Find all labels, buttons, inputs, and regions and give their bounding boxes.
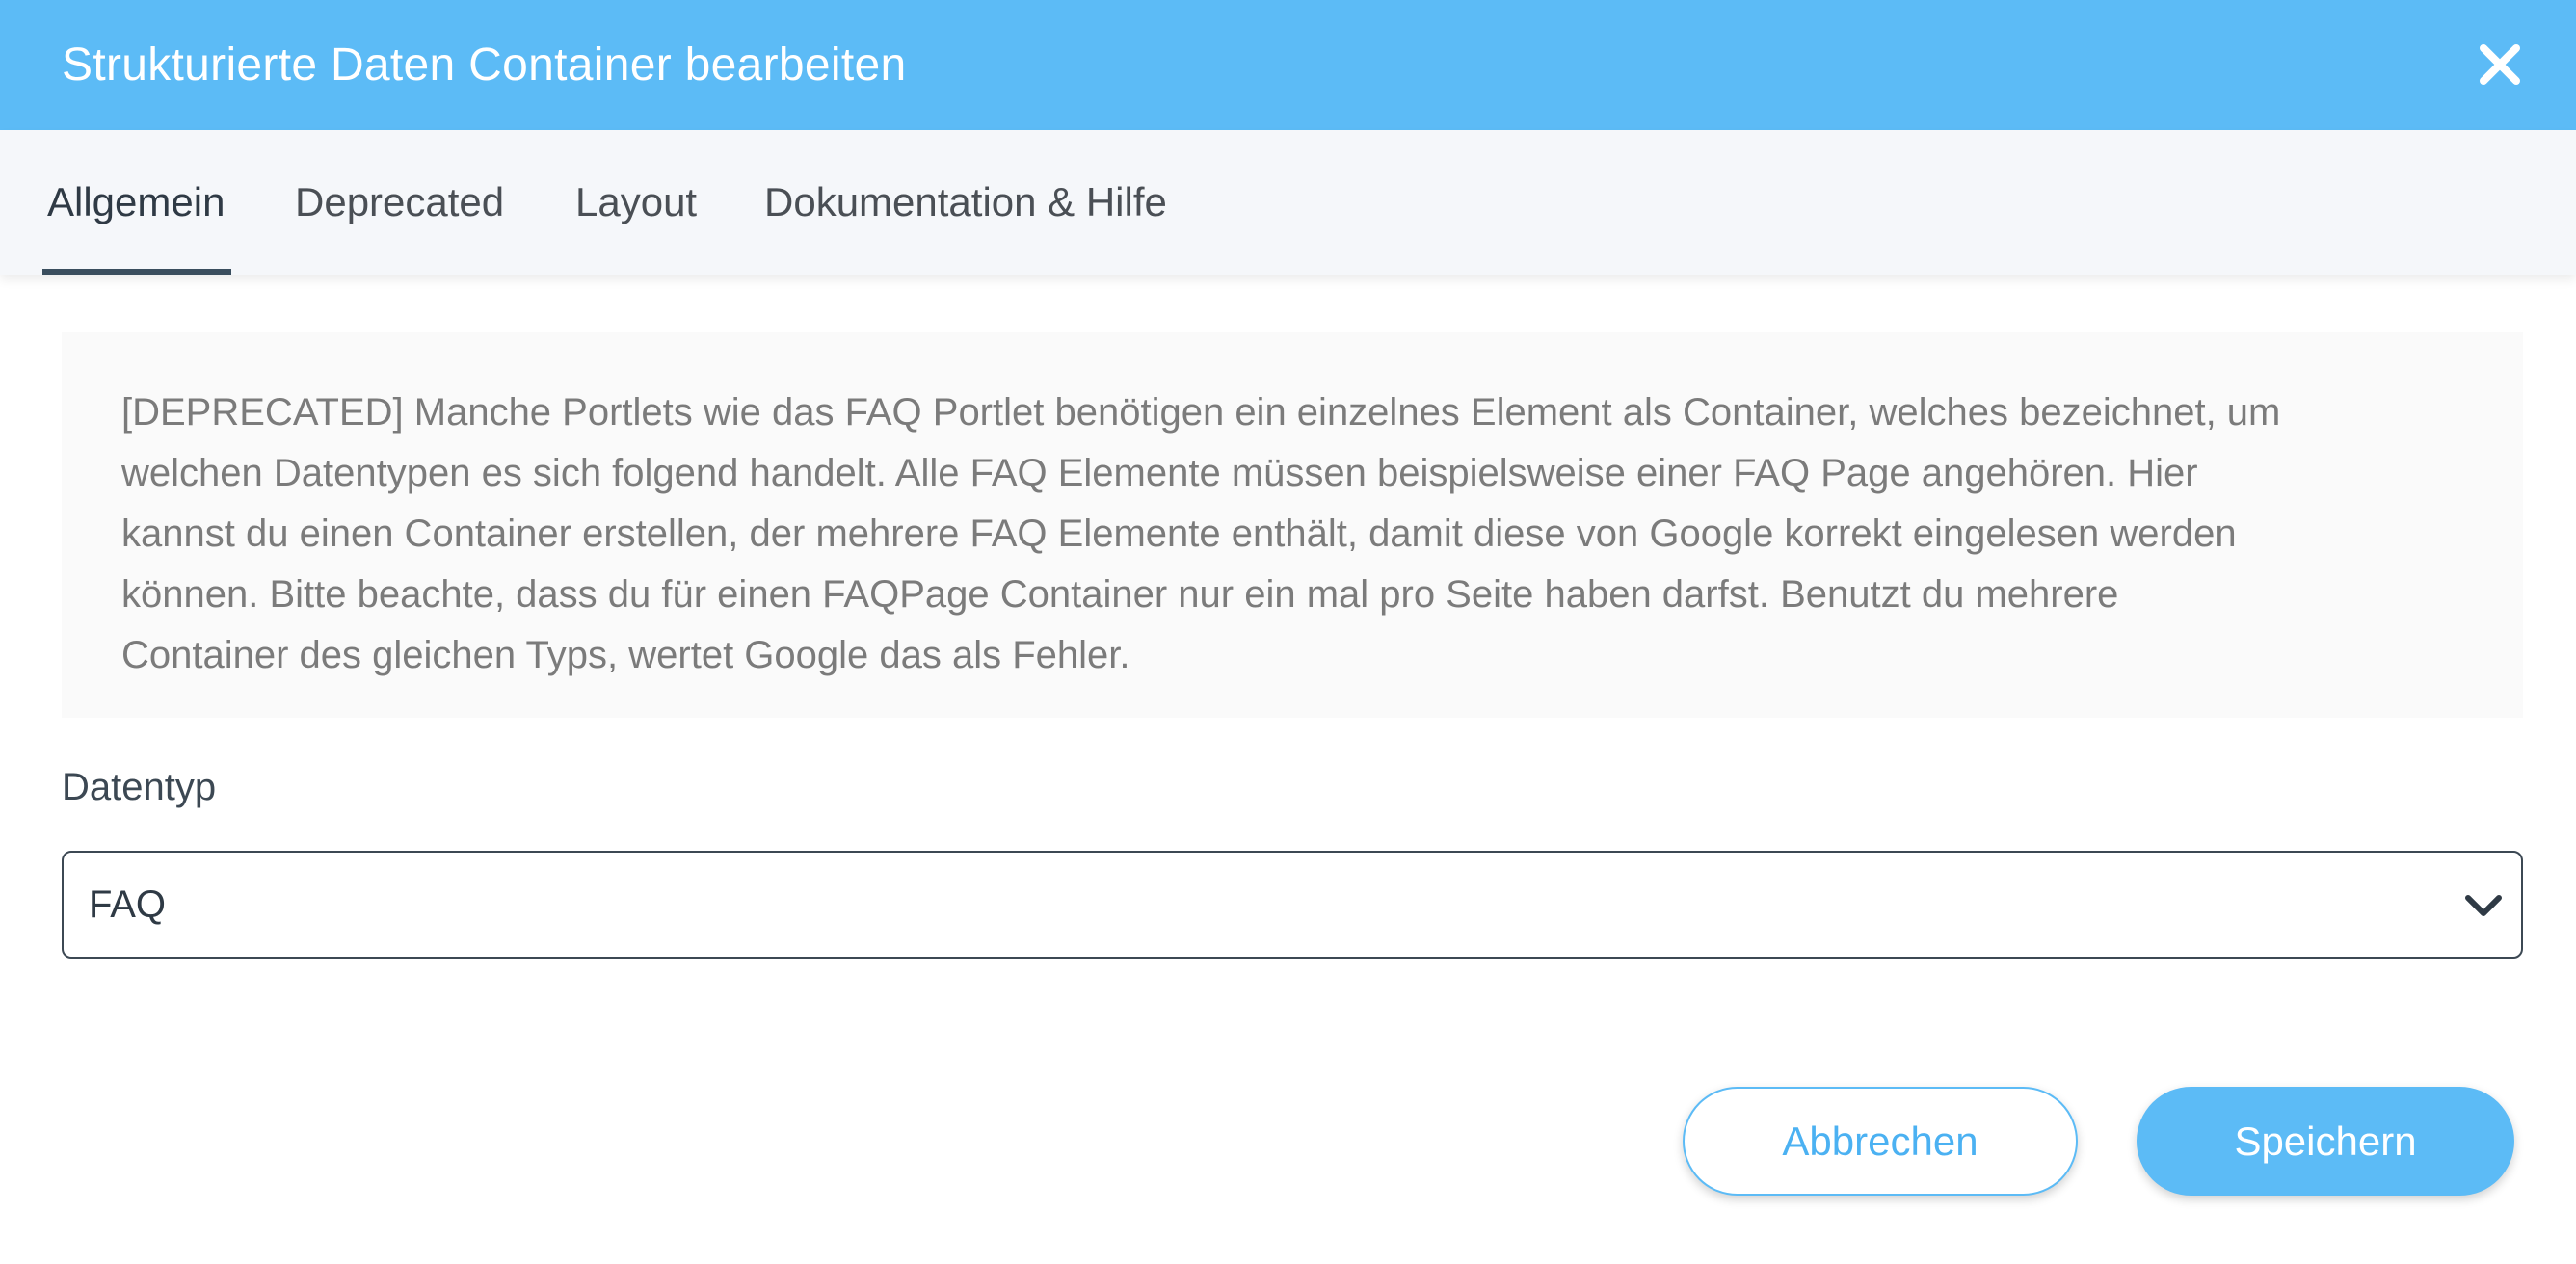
dialog-header: Strukturierte Daten Container bearbeiten	[0, 0, 2576, 130]
datatype-selected-value: FAQ	[89, 882, 167, 926]
dialog-title: Strukturierte Daten Container bearbeiten	[62, 40, 907, 91]
tab-deprecated[interactable]: Deprecated	[295, 130, 504, 275]
notice-line: [DEPRECATED] Manche Portlets wie das FAQ…	[121, 391, 2281, 434]
tab-bar: Allgemein Deprecated Layout Dokumentatio…	[0, 130, 2576, 275]
tab-dokumentation-hilfe[interactable]: Dokumentation & Hilfe	[764, 130, 1167, 275]
chevron-down-icon	[2465, 895, 2502, 916]
notice-line: kannst du einen Container erstellen, der…	[121, 513, 2237, 555]
notice-line: welchen Datentypen es sich folgend hande…	[121, 452, 2198, 494]
deprecation-notice: [DEPRECATED] Manche Portlets wie das FAQ…	[62, 332, 2523, 718]
save-button[interactable]: Speichern	[2137, 1087, 2514, 1196]
tab-allgemein[interactable]: Allgemein	[41, 130, 232, 275]
close-button[interactable]	[2472, 37, 2528, 92]
datatype-label: Datentyp	[62, 766, 217, 808]
close-icon	[2480, 44, 2520, 85]
edit-container-dialog: Strukturierte Daten Container bearbeiten…	[0, 0, 2576, 1264]
tab-layout[interactable]: Layout	[575, 130, 697, 275]
notice-line: können. Bitte beachte, dass du für einen…	[121, 573, 2119, 616]
notice-line: Container des gleichen Typs, wertet Goog…	[121, 634, 1130, 676]
cancel-button[interactable]: Abbrechen	[1683, 1087, 2078, 1196]
datatype-select[interactable]: FAQ	[62, 851, 2523, 959]
